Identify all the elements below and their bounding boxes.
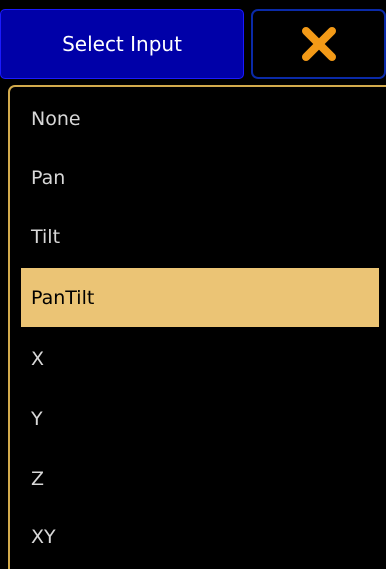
close-icon [301,27,336,61]
list-item-label: X [31,347,45,370]
list-item-label: PanTilt [31,286,95,309]
list-item-none[interactable]: None [21,89,379,148]
dialog-title-label: Select Input [62,32,182,56]
close-button[interactable] [251,9,386,79]
input-list[interactable]: None Pan Tilt PanTilt X Y Z XY [8,85,386,569]
list-item-x[interactable]: X [21,329,379,388]
list-item-label: Tilt [31,225,61,248]
list-item-label: Z [31,467,45,490]
list-item-pantilt[interactable]: PanTilt [21,268,379,327]
list-item-label: None [31,107,81,130]
list-item-pan[interactable]: Pan [21,148,379,207]
list-item-label: Pan [31,166,66,189]
list-item-label: Y [31,407,43,430]
list-item-y[interactable]: Y [21,389,379,448]
list-item-z[interactable]: Z [21,449,379,508]
list-item-label: XY [31,525,56,548]
list-item-tilt[interactable]: Tilt [21,207,379,266]
list-item-xy[interactable]: XY [21,507,379,566]
dialog-title: Select Input [0,9,244,79]
